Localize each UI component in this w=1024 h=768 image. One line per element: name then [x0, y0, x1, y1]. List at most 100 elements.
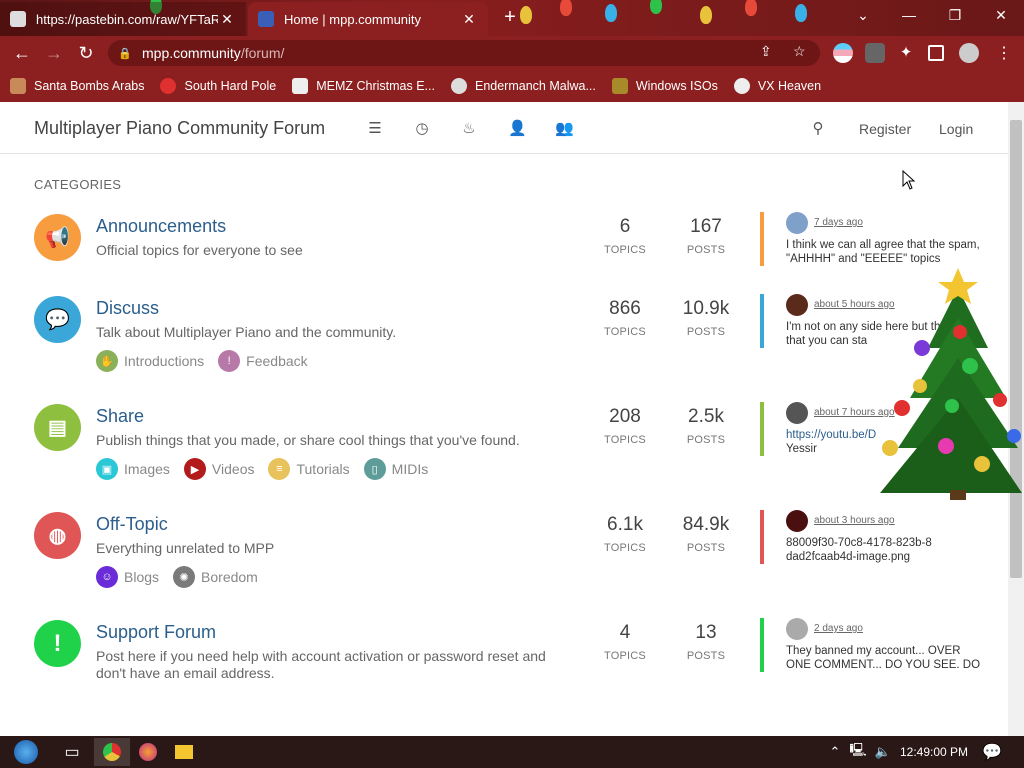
minimize-button[interactable]: — [886, 0, 932, 30]
chrome-taskbar-icon[interactable] [94, 738, 130, 766]
newspaper-icon[interactable]: ▤ [34, 404, 81, 451]
subcategory-blogs[interactable]: ☺ Blogs [96, 566, 159, 588]
tab-mpp-community[interactable]: Home | mpp.community ✕ [248, 2, 488, 36]
login-link[interactable]: Login [939, 121, 973, 137]
back-button[interactable]: ← [6, 37, 38, 69]
site-title[interactable]: Multiplayer Piano Community Forum [34, 118, 325, 139]
kebab-menu-icon[interactable]: ⋮ [994, 43, 1014, 63]
task-view-icon[interactable]: ▭ [54, 738, 90, 766]
bookmark-item[interactable]: South Hard Pole [160, 78, 276, 94]
subcategory-feedback[interactable]: ! Feedback [218, 350, 308, 372]
topics-count: 6.1k TOPICS [604, 514, 646, 554]
extensions-puzzle-icon[interactable]: ✦ [896, 43, 916, 63]
tray-chevron-icon[interactable]: ⌃ [824, 738, 846, 766]
last-post-text[interactable]: 88009f30-70c8-4178-823b-8dad2fcaab4d-ima… [786, 536, 936, 564]
avatar[interactable] [786, 510, 808, 532]
volume-icon[interactable]: 🔈 [872, 738, 894, 766]
posts-count: 2.5k POSTS [686, 406, 726, 446]
fire-icon[interactable]: ♨ [460, 119, 478, 137]
user-icon[interactable]: 👤 [508, 119, 527, 137]
comments-icon[interactable]: 💬 [34, 296, 81, 343]
share-icon[interactable]: ⇪ [760, 43, 772, 60]
file-explorer-taskbar-icon[interactable] [166, 738, 202, 766]
forward-button[interactable]: → [38, 37, 70, 69]
avatar[interactable] [786, 212, 808, 234]
category-title[interactable]: Discuss [96, 298, 159, 319]
forum-navbar: Multiplayer Piano Community Forum ☰ ◷ ♨ … [0, 102, 1008, 154]
bookmark-item[interactable]: Endermanch Malwa... [450, 78, 596, 94]
network-icon[interactable]: 🖳 [846, 738, 870, 766]
start-button[interactable] [6, 738, 46, 766]
last-post[interactable]: about 3 hours ago 88009f30-70c8-4178-823… [760, 510, 980, 564]
bookmark-favicon-icon [450, 78, 467, 94]
category-title[interactable]: Share [96, 406, 144, 427]
reload-button[interactable]: ↻ [70, 37, 102, 69]
close-tab-icon[interactable]: ✕ [460, 11, 478, 28]
subcategory-introductions[interactable]: ✋ Introductions [96, 350, 204, 372]
avatar[interactable] [786, 294, 808, 316]
last-post[interactable]: 7 days ago I think we can all agree that… [760, 212, 980, 266]
avatar[interactable] [786, 618, 808, 640]
bookmark-favicon-icon [160, 78, 177, 94]
bookmark-item[interactable]: VX Heaven [733, 78, 821, 94]
globe-icon[interactable]: ◍ [34, 512, 81, 559]
topics-count: 866 TOPICS [604, 298, 646, 338]
last-post-text[interactable]: They banned my account... OVER ONE COMME… [786, 644, 981, 672]
bookmarks-bar: Santa Bombs Arabs South Hard Pole MEMZ C… [0, 70, 1024, 102]
new-tab-button[interactable]: + [498, 6, 522, 30]
christmas-light-decoration [795, 4, 807, 22]
topics-count: 6 TOPICS [604, 216, 646, 256]
sidepanel-icon[interactable] [928, 45, 944, 61]
extension-s-icon[interactable] [865, 43, 885, 63]
close-tab-icon[interactable]: ✕ [218, 11, 236, 28]
bookmark-favicon-icon [292, 78, 309, 94]
posts-count: 84.9k POSTS [682, 514, 730, 554]
list-icon[interactable]: ☰ [366, 119, 384, 137]
restore-button[interactable]: ❐ [932, 0, 978, 30]
last-post-text[interactable]: I think we can all agree that the spam, … [786, 238, 981, 266]
profile-avatar-icon[interactable] [959, 43, 979, 63]
bookmark-item[interactable]: Santa Bombs Arabs [10, 78, 144, 94]
hand-icon: ✋ [96, 350, 118, 372]
last-post-time[interactable]: about 3 hours ago [814, 515, 895, 526]
last-post[interactable]: 2 days ago They banned my account... OVE… [760, 618, 980, 672]
category-title[interactable]: Off-Topic [96, 514, 168, 535]
taskbar-clock[interactable]: 12:49:00 PM [900, 745, 968, 759]
image-icon: ▣ [96, 458, 118, 480]
bookmark-item[interactable]: Windows ISOs [611, 78, 718, 94]
tab-pastebin[interactable]: https://pastebin.com/raw/YFTaR ✕ [0, 2, 246, 36]
subcategory-videos[interactable]: ▶ Videos [183, 458, 254, 480]
close-window-button[interactable]: ✕ [978, 0, 1024, 30]
firefox-taskbar-icon[interactable] [130, 738, 166, 766]
browser-tab-strip: https://pastebin.com/raw/YFTaR ✕ Home | … [0, 0, 1024, 36]
extension-flag-icon[interactable] [833, 43, 853, 63]
forum-page: Multiplayer Piano Community Forum ☰ ◷ ♨ … [0, 102, 1008, 736]
exclamation-icon[interactable]: ! [34, 620, 81, 667]
search-icon[interactable]: ⚲ [809, 119, 827, 137]
register-link[interactable]: Register [859, 121, 911, 137]
subcategory-midis[interactable]: ▯ MIDIs [363, 458, 428, 480]
clock-icon[interactable]: ◷ [413, 119, 431, 137]
avatar[interactable] [786, 402, 808, 424]
megaphone-icon[interactable]: 📢 [34, 214, 81, 261]
group-icon[interactable]: 👥 [555, 119, 574, 137]
subcategory-images[interactable]: ▣ Images [96, 458, 170, 480]
last-post-time[interactable]: 7 days ago [814, 217, 863, 228]
bookmark-star-icon[interactable]: ☆ [793, 43, 806, 60]
subcategory-tutorials[interactable]: ≡ Tutorials [268, 458, 350, 480]
posts-count: 13 POSTS [686, 622, 726, 662]
lock-icon: 🔒 [118, 47, 132, 60]
notifications-icon[interactable]: 💬 [978, 738, 1006, 766]
category-title[interactable]: Announcements [96, 216, 226, 237]
categories-heading: CATEGORIES [34, 177, 122, 192]
category-description: Post here if you need help with account … [96, 648, 546, 681]
spinner-icon: ✺ [173, 566, 196, 588]
address-bar[interactable]: 🔒 mpp.community/forum/ ⇪ ☆ [108, 40, 820, 66]
subcategory-boredom[interactable]: ✺ Boredom [173, 566, 258, 588]
category-title[interactable]: Support Forum [96, 622, 216, 643]
tab-search-chevron-icon[interactable]: ⌄ [840, 0, 886, 30]
pastebin-favicon-icon [10, 11, 26, 27]
bookmark-item[interactable]: MEMZ Christmas E... [292, 78, 435, 94]
last-post-time[interactable]: 2 days ago [814, 623, 863, 634]
category-description: Talk about Multiplayer Piano and the com… [96, 324, 397, 340]
